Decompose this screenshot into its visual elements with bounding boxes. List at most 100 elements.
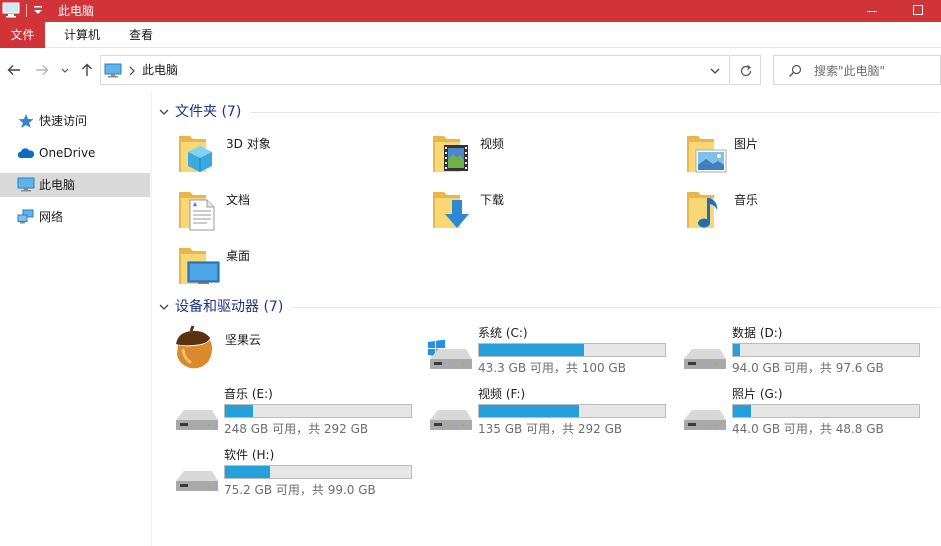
drive-c[interactable]: 系统 (C:) 43.3 GB 可用，共 100 GB xyxy=(426,325,672,379)
drive-free-space: 43.3 GB 可用，共 100 GB xyxy=(478,361,626,375)
tab-file[interactable]: 文件 xyxy=(0,22,45,48)
device-nutstore[interactable]: 坚果云 xyxy=(170,324,400,374)
drive-usage-fill xyxy=(225,405,254,417)
sidebar-item-onedrive[interactable]: OneDrive xyxy=(0,141,150,165)
drive-usage-bar xyxy=(224,465,412,479)
star-icon xyxy=(18,114,34,128)
hard-drive-icon xyxy=(176,471,218,491)
sidebar-item-quick-access[interactable]: 快速访问 xyxy=(0,109,150,133)
chevron-down-icon[interactable] xyxy=(709,65,721,77)
quick-access-toolbar-dropdown-icon[interactable] xyxy=(31,3,45,17)
computer-icon xyxy=(17,177,35,192)
chevron-down-icon[interactable] xyxy=(158,106,170,118)
documents-folder-icon xyxy=(179,192,215,231)
refresh-icon xyxy=(740,65,752,77)
drive-usage-bar xyxy=(478,404,666,418)
folder-pictures[interactable]: 图片 xyxy=(684,132,914,182)
drive-g[interactable]: 照片 (G:) 44.0 GB 可用，共 48.8 GB xyxy=(680,386,926,440)
window-title: 此电脑 xyxy=(58,4,95,18)
desktop-folder-icon xyxy=(179,248,220,284)
sidebar-item-network[interactable]: 网络 xyxy=(0,205,150,229)
music-folder-icon xyxy=(687,192,718,228)
drive-usage-bar xyxy=(732,404,920,418)
forward-arrow-icon[interactable] xyxy=(33,61,51,79)
sidebar-item-label: 快速访问 xyxy=(39,114,88,128)
refresh-button[interactable] xyxy=(731,55,761,85)
drive-f[interactable]: 视频 (F:) 135 GB 可用，共 292 GB xyxy=(426,386,672,440)
search-input[interactable]: 搜索"此电脑" xyxy=(773,55,941,85)
drive-free-space: 94.0 GB 可用，共 97.6 GB xyxy=(732,361,884,375)
ribbon-tabs: 文件 计算机 查看 xyxy=(0,22,941,48)
chevron-down-icon[interactable] xyxy=(158,301,170,313)
drive-label: 系统 (C:) xyxy=(478,326,528,340)
drive-free-space: 135 GB 可用，共 292 GB xyxy=(478,422,623,436)
drive-usage-bar xyxy=(224,404,412,418)
search-placeholder: 搜索"此电脑" xyxy=(814,64,886,78)
group-title: 文件夹 (7) xyxy=(175,104,242,120)
group-header-folders[interactable]: 文件夹 (7) xyxy=(158,102,941,122)
drive-usage-fill xyxy=(479,405,580,417)
up-arrow-icon[interactable] xyxy=(78,61,96,79)
drive-usage-fill xyxy=(225,466,270,478)
drive-label: 音乐 (E:) xyxy=(224,387,273,401)
sidebar-item-label: OneDrive xyxy=(39,146,96,160)
drive-free-space: 75.2 GB 可用，共 99.0 GB xyxy=(224,483,376,497)
folder-label: 桌面 xyxy=(226,249,251,263)
drive-free-space: 248 GB 可用，共 292 GB xyxy=(224,422,369,436)
folder-3d-objects[interactable]: 3D 对象 xyxy=(176,132,406,182)
device-label: 坚果云 xyxy=(225,333,262,347)
group-divider xyxy=(293,307,940,308)
folder-videos[interactable]: 视频 xyxy=(430,132,660,182)
drive-label: 数据 (D:) xyxy=(732,326,783,340)
drive-usage-fill xyxy=(733,405,752,417)
drive-d[interactable]: 数据 (D:) 94.0 GB 可用，共 97.6 GB xyxy=(680,325,926,379)
folder-documents[interactable]: 文档 xyxy=(176,188,406,238)
drive-label: 软件 (H:) xyxy=(224,448,275,462)
tab-computer[interactable]: 计算机 xyxy=(52,22,112,48)
drive-usage-bar xyxy=(478,343,666,357)
folder-label: 下载 xyxy=(480,193,505,207)
sidebar-item-label: 此电脑 xyxy=(39,178,76,192)
drive-label: 视频 (F:) xyxy=(478,387,526,401)
drive-h[interactable]: 软件 (H:) 75.2 GB 可用，共 99.0 GB xyxy=(172,447,418,501)
hard-drive-icon xyxy=(176,410,218,430)
sidebar-item-this-pc[interactable]: 此电脑 xyxy=(0,173,150,197)
back-arrow-icon[interactable] xyxy=(5,61,23,79)
breadcrumb[interactable]: 此电脑 xyxy=(142,62,178,78)
title-separator xyxy=(26,4,27,17)
group-title: 设备和驱动器 (7) xyxy=(175,299,284,315)
videos-folder-icon xyxy=(433,136,468,172)
navigation-pane: 快速访问 OneDrive 此电脑 网络 xyxy=(0,91,152,546)
navigation-bar: 此电脑 搜索"此电脑" xyxy=(0,49,941,91)
drive-usage-fill xyxy=(479,344,585,356)
minimize-icon[interactable] xyxy=(862,2,882,20)
group-divider xyxy=(250,112,940,113)
folder-desktop[interactable]: 桌面 xyxy=(176,244,406,294)
folder-label: 3D 对象 xyxy=(226,137,271,151)
system-drive-icon xyxy=(428,339,472,369)
recent-locations-chevron-icon[interactable] xyxy=(58,61,72,79)
folder-downloads[interactable]: 下载 xyxy=(430,188,660,238)
hard-drive-icon xyxy=(684,410,726,430)
folder-label: 视频 xyxy=(480,137,505,151)
network-icon xyxy=(17,209,34,224)
drive-free-space: 44.0 GB 可用，共 48.8 GB xyxy=(732,422,884,436)
computer-icon xyxy=(104,63,122,78)
3d-objects-folder-icon xyxy=(179,136,212,172)
breadcrumb-chevron-icon[interactable] xyxy=(128,65,136,77)
folder-label: 文档 xyxy=(226,193,251,207)
title-bar: 此电脑 xyxy=(0,0,941,22)
folder-label: 图片 xyxy=(734,137,759,151)
folder-label: 音乐 xyxy=(734,193,759,207)
drive-e[interactable]: 音乐 (E:) 248 GB 可用，共 292 GB xyxy=(172,386,418,440)
drive-usage-bar xyxy=(732,343,920,357)
drive-usage-fill xyxy=(733,344,740,356)
address-bar[interactable]: 此电脑 xyxy=(100,55,730,85)
tab-view[interactable]: 查看 xyxy=(118,22,164,48)
group-header-devices[interactable]: 设备和驱动器 (7) xyxy=(158,297,941,317)
maximize-icon[interactable] xyxy=(908,2,928,20)
computer-icon[interactable] xyxy=(2,2,20,18)
downloads-folder-icon xyxy=(433,192,469,228)
folder-music[interactable]: 音乐 xyxy=(684,188,914,238)
search-icon xyxy=(789,64,802,77)
